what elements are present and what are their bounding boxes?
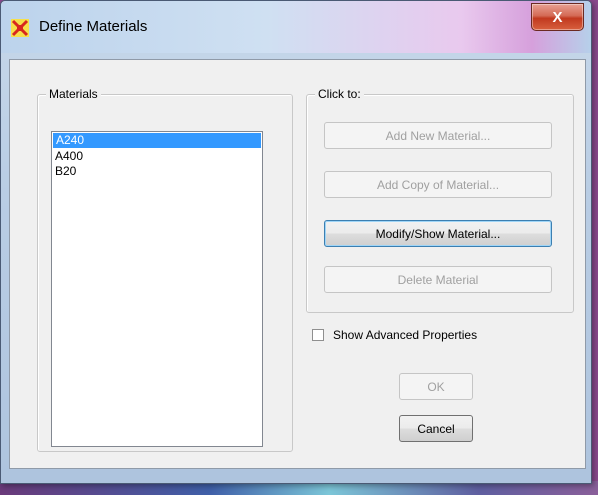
show-advanced-properties-label: Show Advanced Properties bbox=[333, 328, 478, 342]
modify-show-material-button[interactable]: Modify/Show Material... bbox=[324, 220, 552, 247]
add-new-material-button[interactable]: Add New Material... bbox=[324, 122, 552, 149]
show-advanced-properties-checkbox[interactable] bbox=[312, 329, 324, 341]
materials-group-label: Materials bbox=[46, 87, 101, 101]
title-bar[interactable]: Define Materials X bbox=[1, 1, 591, 53]
dialog-content: Materials A240 A400 B20 Click to: Add Ne… bbox=[9, 59, 586, 469]
cancel-button[interactable]: Cancel bbox=[399, 415, 473, 442]
app-icon bbox=[11, 19, 29, 37]
materials-list[interactable]: A240 A400 B20 bbox=[51, 131, 263, 447]
click-to-group: Click to: Add New Material... Add Copy o… bbox=[306, 87, 574, 313]
materials-group: Materials A240 A400 B20 bbox=[37, 87, 293, 452]
list-item-a240[interactable]: A240 bbox=[53, 133, 261, 148]
close-icon: X bbox=[552, 8, 563, 26]
ok-button[interactable]: OK bbox=[399, 373, 473, 400]
close-button[interactable]: X bbox=[531, 3, 584, 31]
delete-material-button[interactable]: Delete Material bbox=[324, 266, 552, 293]
list-item-b20[interactable]: B20 bbox=[52, 164, 262, 179]
click-to-group-label: Click to: bbox=[315, 87, 364, 101]
add-copy-of-material-button[interactable]: Add Copy of Material... bbox=[324, 171, 552, 198]
list-item-a400[interactable]: A400 bbox=[52, 149, 262, 164]
show-advanced-properties-row[interactable]: Show Advanced Properties bbox=[312, 328, 477, 342]
define-materials-dialog: Define Materials X Materials A240 A400 B… bbox=[0, 0, 592, 484]
window-title: Define Materials bbox=[39, 18, 148, 35]
